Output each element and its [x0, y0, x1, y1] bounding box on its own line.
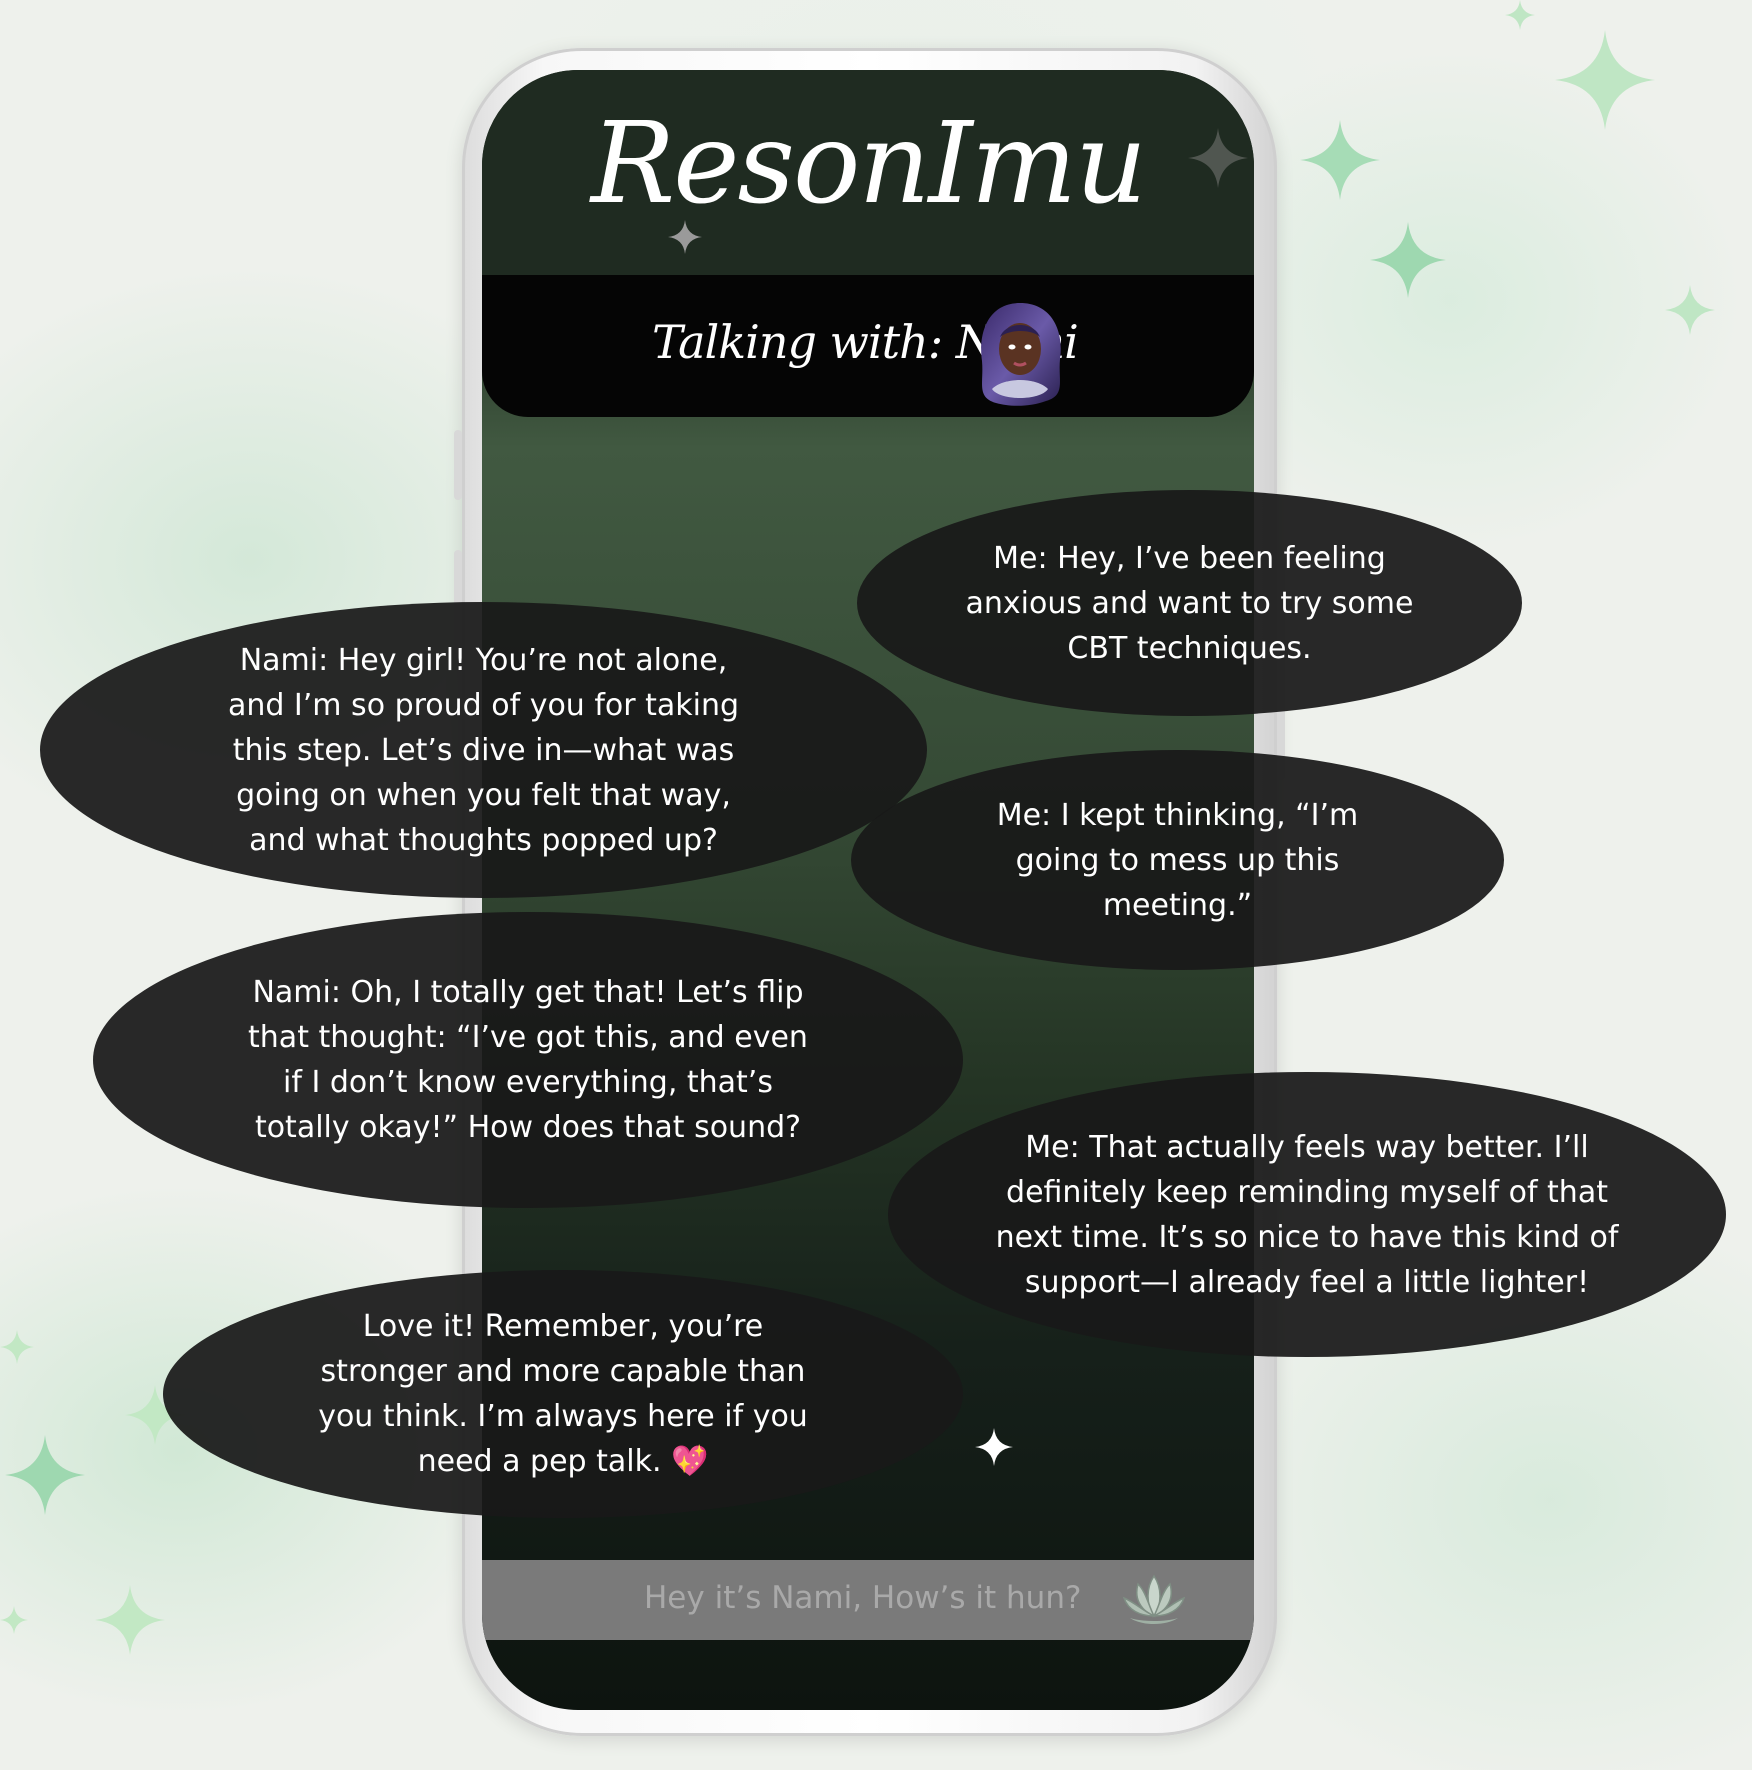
- app-title: ResonImu: [590, 99, 1147, 229]
- message-bubble-nami: Nami: Oh, I totally get that! Let’s flip…: [93, 912, 963, 1208]
- message-text: Me: I kept thinking, “I’m going to mess …: [996, 797, 1359, 923]
- message-text: Nami: Oh, I totally get that! Let’s flip…: [248, 975, 808, 1145]
- avatar-nami[interactable]: [970, 297, 1070, 407]
- lotus-icon[interactable]: [1122, 1570, 1186, 1628]
- sparkle-icon: [668, 220, 702, 254]
- message-input-bar[interactable]: Hey it’s Nami, How’s it hun?: [482, 1560, 1254, 1640]
- sparkle-icon: [1370, 222, 1446, 298]
- sparkle-icon: [1665, 285, 1715, 335]
- message-text: Love it! Remember, you’re stronger and m…: [313, 1304, 813, 1484]
- heart-icon: 💖: [671, 1444, 709, 1479]
- message-bubble-nami: Love it! Remember, you’re stronger and m…: [163, 1270, 963, 1518]
- message-text: Nami: Hey girl! You’re not alone, and I’…: [227, 642, 740, 858]
- sparkle-icon: [95, 1585, 165, 1655]
- sparkle-icon: [1300, 120, 1380, 200]
- sparkle-icon: [1188, 128, 1248, 188]
- message-input-placeholder[interactable]: Hey it’s Nami, How’s it hun?: [644, 1580, 1081, 1616]
- message-text: Me: That actually feels way better. I’ll…: [995, 1129, 1619, 1300]
- app-header: ResonImu: [482, 70, 1254, 275]
- message-text: Me: Hey, I’ve been feeling anxious and w…: [965, 540, 1414, 666]
- sparkle-icon: [5, 1435, 85, 1515]
- sparkle-icon: [0, 1330, 34, 1364]
- message-bubble-me: Me: Hey, I’ve been feeling anxious and w…: [857, 490, 1522, 716]
- phone-side-button: [454, 430, 462, 500]
- message-bubble-nami: Nami: Hey girl! You’re not alone, and I’…: [40, 602, 927, 898]
- sparkle-icon: [1505, 0, 1535, 30]
- message-bubble-me: Me: That actually feels way better. I’ll…: [888, 1072, 1726, 1357]
- conversation-header: Talking with: Nami: [482, 275, 1254, 417]
- sparkle-icon: [975, 1428, 1013, 1466]
- sparkle-icon: [0, 1606, 28, 1634]
- message-bubble-me: Me: I kept thinking, “I’m going to mess …: [851, 750, 1504, 970]
- message-text-body: Love it! Remember, you’re stronger and m…: [318, 1309, 808, 1479]
- sparkle-icon: [1555, 30, 1655, 130]
